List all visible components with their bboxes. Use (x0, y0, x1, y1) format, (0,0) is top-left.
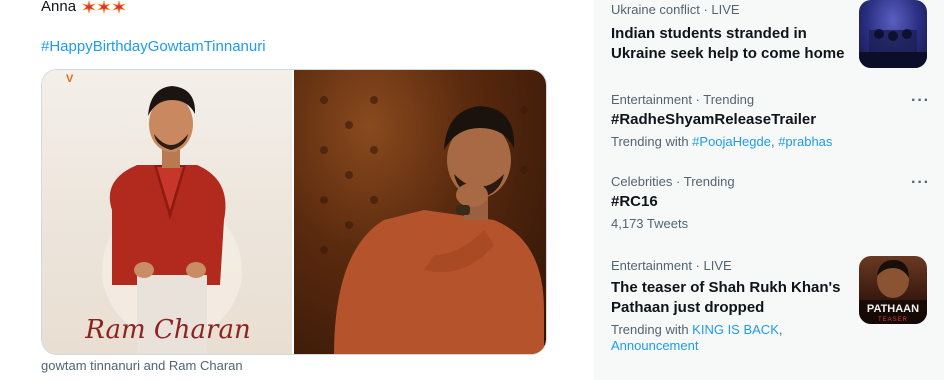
more-options-icon[interactable]: ··· (911, 174, 930, 192)
photo-name-script: Ram Charan (84, 315, 250, 345)
crowd-image-icon (859, 29, 927, 68)
trend-link[interactable]: Announcement (611, 338, 698, 353)
trend-meta: Celebrities · Trending (611, 174, 735, 189)
trend-item[interactable]: Celebrities · Trending #RC16 4,173 Tweet… (611, 174, 932, 232)
trend-title: The teaser of Shah Rukh Khan's Pathaan j… (611, 279, 841, 316)
trend-tweet-count: 4,173 Tweets (611, 216, 689, 231)
thumb-subtitle: TEASER (878, 317, 908, 323)
trend-thumbnail[interactable]: PATHAAN TEASER (859, 256, 927, 324)
photo-gowtam-tinnanuri[interactable] (294, 70, 546, 354)
trend-link[interactable]: #PoojaHegde (692, 134, 771, 149)
trend-title: #RadheShyamReleaseTrailer (611, 111, 817, 128)
tweet-text: Anna (41, 0, 127, 17)
trend-context: Trending with KING IS BACK, Announcement (611, 322, 783, 353)
pathaan-poster-icon: PATHAAN TEASER (859, 260, 927, 324)
photo-ram-charan[interactable]: V Ram Charan (42, 70, 294, 354)
thumb-title: PATHAAN (867, 303, 919, 315)
tweet-media[interactable]: V Ram Charan (41, 69, 547, 355)
trend-thumbnail[interactable] (859, 0, 927, 68)
trend-context: Trending with #PoojaHegde, #prabhas (611, 134, 833, 149)
trend-link[interactable]: #prabhas (778, 134, 832, 149)
trend-title: #RC16 (611, 193, 658, 210)
tweet-hashtag-link[interactable]: #HappyBirthdayGowtamTinnanuri (41, 37, 266, 57)
trend-link[interactable]: KING IS BACK (692, 322, 779, 337)
ram-charan-illustration: V Ram Charan (66, 73, 251, 354)
trend-item[interactable]: Entertainment · Trending #RadheShyamRele… (611, 92, 932, 150)
tweet-body: Anna (41, 0, 77, 15)
media-caption: gowtam tinnanuri and Ram Charan (41, 358, 243, 373)
gowtam-illustration (320, 96, 544, 354)
more-options-icon[interactable]: ··· (911, 92, 930, 110)
collision-emoji-icon (82, 0, 127, 14)
trend-title: Indian students stranded in Ukraine seek… (611, 25, 845, 62)
whats-happening-panel: Ukraine conflict · LIVE Indian students … (594, 0, 944, 380)
svg-text:V: V (66, 73, 74, 85)
timeline: Anna #HappyBirthdayGowtamTinnanuri V Ram… (0, 0, 566, 380)
trend-meta: Entertainment · Trending (611, 92, 755, 107)
